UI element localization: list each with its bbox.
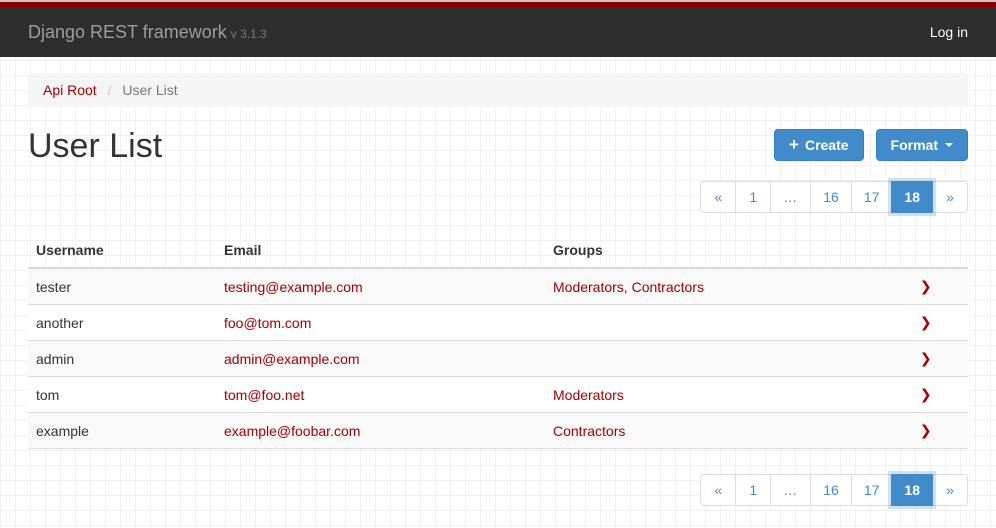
pagination-page-1-link[interactable]: 1 <box>735 181 771 213</box>
username-cell: tom <box>28 377 216 413</box>
row-detail-chevron-icon[interactable]: ❯ <box>920 350 932 366</box>
username-cell: example <box>28 413 216 449</box>
pagination-bottom: « 1 … 16 17 18 » <box>28 474 968 506</box>
pagination-prev-link[interactable]: « <box>700 181 736 213</box>
format-button-label: Format <box>891 137 938 153</box>
column-header-groups: Groups <box>545 233 883 268</box>
pagination-page-16: 16 <box>811 474 852 506</box>
toolbar: + Create Format <box>774 129 968 161</box>
username-cell: tester <box>28 268 216 305</box>
email-link[interactable]: admin@example.com <box>224 351 360 367</box>
ellipsis-icon: … <box>770 474 811 506</box>
email-link[interactable]: example@foobar.com <box>224 423 360 439</box>
ellipsis-icon: … <box>770 181 811 213</box>
pagination-prev: « <box>700 181 736 213</box>
groups-links[interactable]: Moderators <box>553 387 624 403</box>
pagination-page-16-link[interactable]: 16 <box>810 181 852 213</box>
pagination-next-link[interactable]: » <box>932 474 968 506</box>
pagination-prev: « <box>700 474 736 506</box>
plus-icon: + <box>789 138 799 152</box>
page-title: User List <box>28 127 162 165</box>
table-row: tester testing@example.com Moderators, C… <box>28 268 968 305</box>
pagination-page-18-link[interactable]: 18 <box>891 474 933 506</box>
row-detail-chevron-icon[interactable]: ❯ <box>920 314 932 330</box>
brand-version: v 3.1.3 <box>231 27 267 41</box>
create-button[interactable]: + Create <box>774 129 864 161</box>
pagination-page-18-active: 18 <box>892 474 933 506</box>
pagination-page-1-link[interactable]: 1 <box>735 474 771 506</box>
pagination-top: « 1 … 16 17 18 » <box>28 181 968 213</box>
pagination-page-16: 16 <box>811 181 852 213</box>
email-link[interactable]: tom@foo.net <box>224 387 304 403</box>
breadcrumb-item-api-root: Api Root <box>43 82 97 98</box>
chevron-down-icon <box>945 143 953 147</box>
table-row: example example@foobar.com Contractors ❯ <box>28 413 968 449</box>
column-header-username: Username <box>28 233 216 268</box>
create-button-label: Create <box>805 137 849 153</box>
breadcrumb-api-root-link[interactable]: Api Root <box>43 82 97 98</box>
username-cell: admin <box>28 341 216 377</box>
table-row: another foo@tom.com ❯ <box>28 305 968 341</box>
pagination-page-17: 17 <box>852 474 893 506</box>
login-link[interactable]: Log in <box>930 24 968 40</box>
email-link[interactable]: testing@example.com <box>224 279 363 295</box>
pagination-ellipsis: … <box>771 181 811 213</box>
pagination-page-18-active: 18 <box>892 181 933 213</box>
row-detail-chevron-icon[interactable]: ❯ <box>920 386 932 402</box>
user-table: Username Email Groups tester testing@exa… <box>28 233 968 449</box>
pagination-page-17-link[interactable]: 17 <box>851 181 893 213</box>
pagination-ellipsis: … <box>771 474 811 506</box>
pagination-page-1: 1 <box>736 474 771 506</box>
breadcrumb: Api Root / User List <box>28 73 968 107</box>
pagination-prev-link[interactable]: « <box>700 474 736 506</box>
groups-links[interactable]: Moderators, Contractors <box>553 279 704 295</box>
pagination-page-18-link[interactable]: 18 <box>891 181 933 213</box>
row-detail-chevron-icon[interactable]: ❯ <box>920 422 932 438</box>
brand-title: Django REST framework <box>28 22 227 42</box>
pagination-page-1: 1 <box>736 181 771 213</box>
column-header-email: Email <box>216 233 545 268</box>
breadcrumb-separator: / <box>101 82 119 98</box>
navbar: Django REST framework v 3.1.3 Log in <box>0 7 996 57</box>
pagination-next: » <box>933 181 968 213</box>
format-dropdown-button[interactable]: Format <box>876 129 968 161</box>
groups-links[interactable]: Contractors <box>553 423 625 439</box>
brand-link[interactable]: Django REST framework v 3.1.3 <box>28 22 267 43</box>
breadcrumb-item-current: User List <box>122 82 177 98</box>
table-row: tom tom@foo.net Moderators ❯ <box>28 377 968 413</box>
pagination-next-link[interactable]: » <box>932 181 968 213</box>
pagination-page-17-link[interactable]: 17 <box>851 474 893 506</box>
row-detail-chevron-icon[interactable]: ❯ <box>920 278 932 294</box>
email-link[interactable]: foo@tom.com <box>224 315 311 331</box>
username-cell: another <box>28 305 216 341</box>
table-row: admin admin@example.com ❯ <box>28 341 968 377</box>
pagination-page-16-link[interactable]: 16 <box>810 474 852 506</box>
page-header: User List + Create Format <box>28 127 968 165</box>
pagination-next: » <box>933 474 968 506</box>
column-header-detail <box>883 233 968 268</box>
pagination-page-17: 17 <box>852 181 893 213</box>
user-table-header: Username Email Groups <box>28 233 968 268</box>
